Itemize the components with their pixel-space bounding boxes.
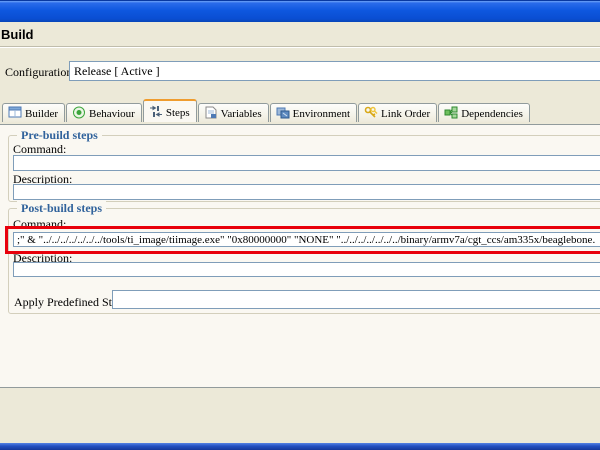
tab-label: Dependencies: [461, 108, 523, 120]
tab-link-order[interactable]: Link Order: [358, 103, 437, 122]
pre-build-description-input[interactable]: [13, 184, 600, 200]
pre-build-steps-title: Pre-build steps: [17, 128, 102, 143]
tab-label: Environment: [293, 108, 350, 120]
window-bottom-border: [0, 443, 600, 450]
tab-label: Behaviour: [89, 108, 135, 120]
steps-tab-panel: Pre-build steps Command: Description: Po…: [0, 124, 600, 388]
tab-variables[interactable]: Variables: [198, 103, 269, 122]
link-order-icon: [364, 106, 378, 119]
apply-predefined-step-label: Apply Predefined Step:: [14, 295, 127, 310]
tab-bar: Builder Behaviour Steps Variables Enviro…: [2, 103, 600, 125]
tab-steps[interactable]: Steps: [143, 99, 197, 122]
variables-icon: [204, 106, 218, 119]
pre-build-command-input[interactable]: [13, 155, 600, 171]
tab-label: Steps: [166, 107, 190, 119]
steps-icon: [149, 105, 163, 118]
configuration-label: Configuration:: [5, 65, 76, 80]
behaviour-icon: [72, 106, 86, 119]
configuration-row: Configuration: Release [ Active ]: [5, 61, 600, 83]
build-dialog: Build Configuration: Release [ Active ] …: [0, 22, 600, 443]
post-build-steps-title: Post-build steps: [17, 201, 106, 216]
tab-label: Link Order: [381, 108, 430, 120]
page-title: Build: [1, 27, 34, 42]
builder-icon: [8, 106, 22, 119]
apply-predefined-step-dropdown[interactable]: [112, 290, 600, 309]
heading-separator: [0, 46, 600, 48]
tab-behaviour[interactable]: Behaviour: [66, 103, 142, 122]
tab-dependencies[interactable]: Dependencies: [438, 103, 530, 122]
configuration-dropdown[interactable]: Release [ Active ]: [69, 61, 600, 81]
tab-environment[interactable]: Environment: [270, 103, 357, 122]
post-build-command-input[interactable]: [13, 232, 600, 247]
pre-build-steps-group: Pre-build steps Command: Description:: [8, 135, 600, 202]
build-properties-window: Build Configuration: Release [ Active ] …: [0, 0, 600, 450]
environment-icon: [276, 106, 290, 119]
post-build-description-input[interactable]: [13, 262, 600, 277]
tab-label: Variables: [221, 108, 262, 120]
tab-label: Builder: [25, 108, 58, 120]
post-build-command-label: Command:: [13, 217, 66, 232]
dependencies-icon: [444, 106, 458, 119]
tab-builder[interactable]: Builder: [2, 103, 65, 122]
post-build-steps-group: Post-build steps Command: Description: A…: [8, 208, 600, 314]
window-titlebar[interactable]: [0, 0, 600, 22]
